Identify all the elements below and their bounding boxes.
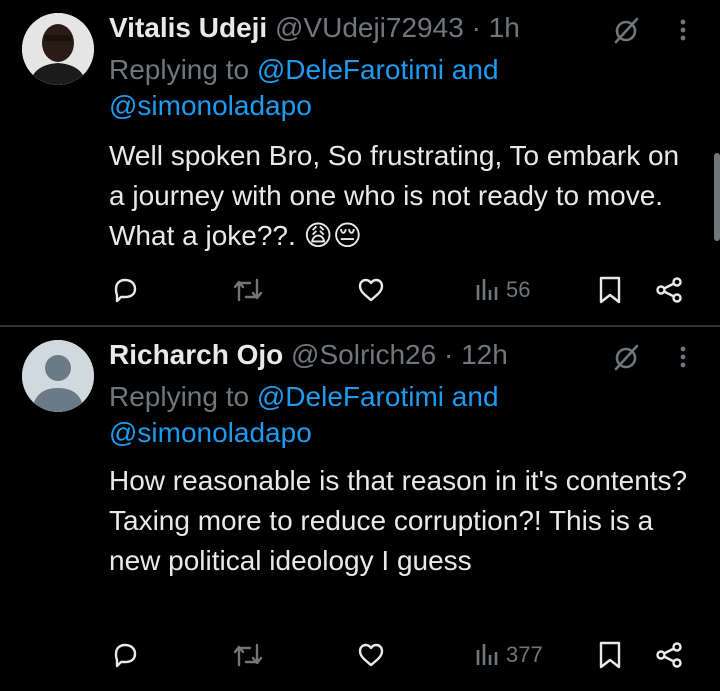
avatar[interactable] (22, 340, 94, 412)
reply-icon (114, 278, 137, 303)
replying-prefix: Replying to (109, 54, 250, 85)
mention-link[interactable]: @DeleFarotimi (257, 54, 444, 85)
retweet-icon (233, 643, 263, 667)
tweet[interactable]: Vitalis Udeji @VUdeji72943 · 1h Replying… (0, 0, 720, 326)
views-icon (476, 279, 498, 300)
reply-icon (114, 643, 137, 668)
share-button[interactable] (654, 635, 684, 675)
retweet-button[interactable] (232, 270, 264, 310)
grok-icon[interactable] (610, 14, 642, 46)
display-name[interactable]: Richarch Ojo (109, 339, 283, 370)
views-icon (476, 644, 498, 665)
reply-button[interactable] (110, 635, 140, 675)
mention-link[interactable]: @simonoladapo (109, 90, 312, 121)
like-icon (358, 278, 384, 302)
handle[interactable]: @Solrich26 (291, 339, 436, 370)
action-bar: 56 (0, 270, 720, 310)
handle[interactable]: @VUdeji72943 (275, 12, 464, 43)
grok-icon[interactable] (610, 341, 642, 373)
tweet-text: How reasonable is that reason in it's co… (109, 465, 688, 576)
bookmark-icon (599, 276, 621, 304)
tweet-text: Well spoken Bro, So frustrating, To emba… (109, 140, 680, 251)
more-icon[interactable] (676, 341, 690, 373)
avatar-photo-icon (22, 13, 94, 85)
and-word[interactable]: and (452, 54, 499, 85)
action-bar: 377 (0, 635, 720, 675)
bookmark-button[interactable] (597, 635, 623, 675)
default-avatar-icon (22, 340, 94, 412)
separator: · (471, 12, 481, 43)
display-name[interactable]: Vitalis Udeji (109, 12, 267, 43)
share-button[interactable] (654, 270, 684, 310)
replying-prefix: Replying to (109, 381, 250, 412)
views-count: 377 (506, 642, 543, 667)
more-icon[interactable] (676, 14, 690, 46)
tweet-header: Vitalis Udeji @VUdeji72943 · 1h (109, 10, 520, 46)
timestamp[interactable]: 12h (461, 339, 508, 370)
views-count: 56 (506, 277, 531, 302)
mention-link[interactable]: @DeleFarotimi (257, 381, 444, 412)
retweet-icon (233, 278, 263, 302)
reply-button[interactable] (110, 270, 140, 310)
and-word[interactable]: and (452, 381, 499, 412)
separator: · (443, 339, 454, 370)
views-button[interactable]: 56 (474, 270, 530, 310)
timestamp[interactable]: 1h (489, 12, 520, 43)
scrollbar[interactable] (714, 153, 720, 241)
bookmark-button[interactable] (597, 270, 623, 310)
mention-link[interactable]: @simonoladapo (109, 417, 312, 448)
share-icon (656, 642, 682, 668)
replying-to: Replying to @DeleFarotimi and @simonolad… (109, 52, 669, 124)
retweet-button[interactable] (232, 635, 264, 675)
bookmark-icon (599, 641, 621, 669)
replying-to: Replying to @DeleFarotimi and @simonolad… (109, 379, 669, 451)
like-button[interactable] (356, 270, 386, 310)
tweet[interactable]: Richarch Ojo @Solrich26 · 12h Replying t… (0, 327, 720, 691)
like-icon (358, 643, 384, 667)
share-icon (656, 277, 682, 303)
like-button[interactable] (356, 635, 386, 675)
avatar[interactable] (22, 13, 94, 85)
views-button[interactable]: 377 (474, 635, 543, 675)
tweet-header: Richarch Ojo @Solrich26 · 12h (109, 337, 508, 373)
